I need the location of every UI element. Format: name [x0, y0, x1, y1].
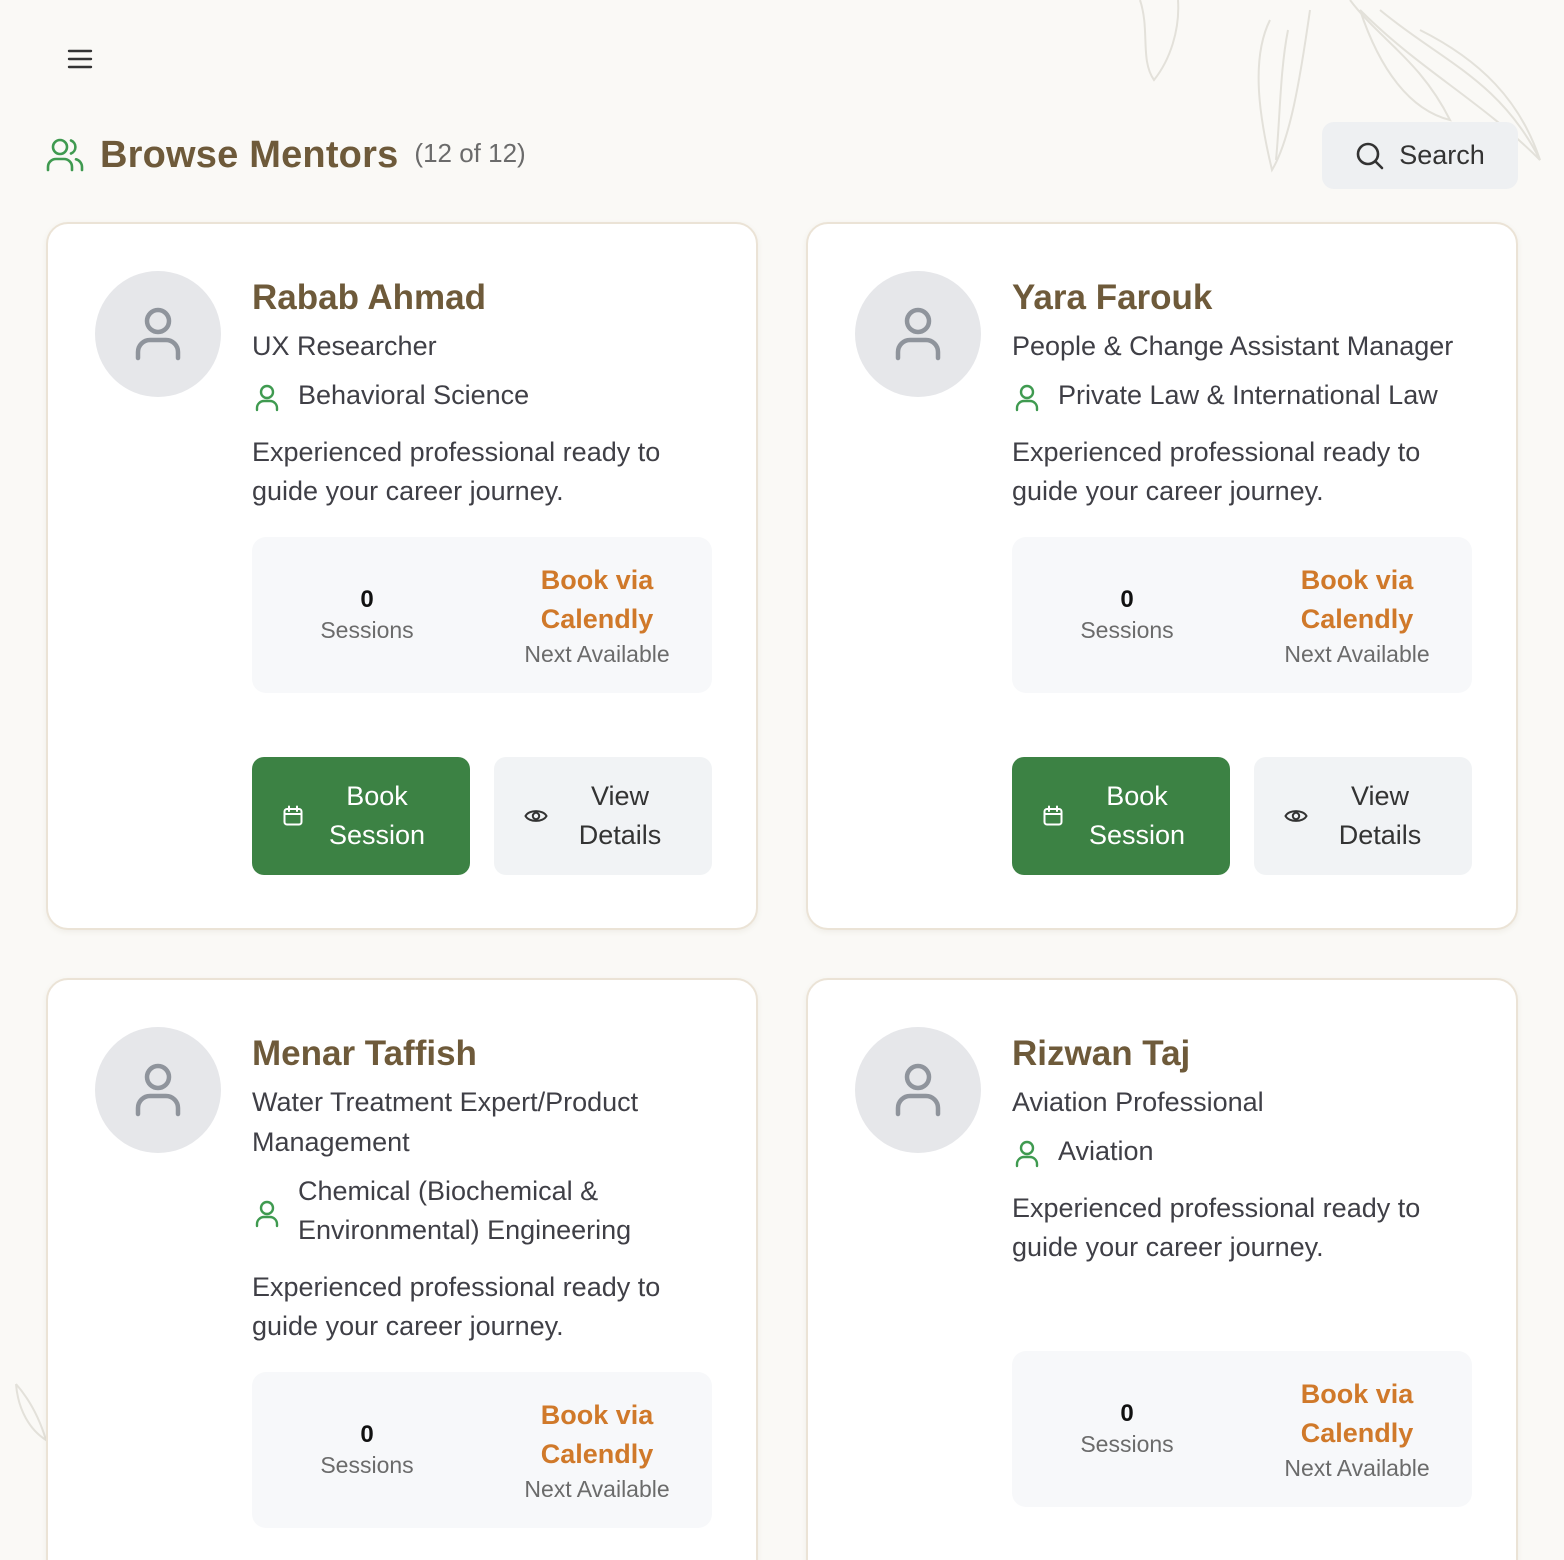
next-available-label: Next Available	[524, 641, 670, 667]
mentor-description: Experienced professional ready to guide …	[252, 1272, 661, 1341]
view-details-button[interactable]: View Details	[494, 757, 712, 875]
next-available-label: Next Available	[1284, 1455, 1430, 1481]
mentor-field-label: Private Law & International Law	[1058, 380, 1438, 410]
hamburger-menu-button[interactable]	[60, 40, 100, 78]
mentor-field: Chemical (Biochemical & Environmental) E…	[252, 1172, 712, 1250]
user-placeholder-icon	[895, 1063, 941, 1117]
avatar	[855, 271, 981, 397]
mentor-field: Aviation	[1012, 1132, 1472, 1171]
sessions-label: Sessions	[320, 1452, 414, 1478]
user-icon	[1015, 384, 1039, 412]
mentor-name: Rabab Ahmad	[252, 278, 487, 317]
eye-icon	[1284, 810, 1308, 822]
mentor-card: Rabab Ahmad UX Researcher Behavioral Sci…	[46, 222, 758, 930]
sessions-label: Sessions	[1080, 1431, 1174, 1457]
sessions-label: Sessions	[1080, 617, 1174, 643]
user-icon	[255, 1200, 279, 1228]
search-label: Search	[1399, 140, 1485, 170]
search-icon	[1356, 142, 1384, 169]
mentor-role: People & Change Assistant Manager	[1012, 331, 1454, 361]
mentor-stats: 0 Sessions Book via Calendly Next Availa…	[1012, 1351, 1472, 1507]
mentor-name: Rizwan Taj	[1012, 1034, 1191, 1073]
calendly-link[interactable]: Book via Calendly	[1242, 561, 1472, 639]
sessions-count: 0	[360, 1421, 374, 1448]
mentor-stats: 0 Sessions Book via Calendly Next Availa…	[252, 1372, 712, 1528]
view-details-button[interactable]: View Details	[1254, 757, 1472, 875]
user-placeholder-icon	[895, 307, 941, 361]
mentor-field-label: Chemical (Biochemical & Environmental) E…	[298, 1176, 632, 1245]
sessions-count: 0	[360, 586, 374, 613]
mentor-count: (12 of 12)	[414, 137, 526, 168]
mentor-role: Water Treatment Expert/Product Managemen…	[252, 1087, 639, 1157]
mentor-stats: 0 Sessions Book via Calendly Next Availa…	[1012, 537, 1472, 693]
mentor-role: UX Researcher	[252, 331, 437, 361]
calendly-link[interactable]: Book via Calendly	[482, 1396, 712, 1474]
user-icon	[1015, 1140, 1039, 1168]
search-button[interactable]: Search	[1322, 122, 1518, 189]
mentor-description: Experienced professional ready to guide …	[1012, 1193, 1421, 1262]
avatar	[855, 1027, 981, 1153]
users-icon	[46, 135, 86, 175]
next-available-label: Next Available	[524, 1476, 670, 1502]
eye-icon	[524, 810, 548, 822]
mentor-role: Aviation Professional	[1012, 1087, 1264, 1117]
mentor-field-label: Behavioral Science	[298, 380, 530, 410]
book-session-button[interactable]: Book Session	[252, 757, 470, 875]
avatar	[95, 271, 221, 397]
page-title: Browse Mentors	[100, 133, 399, 176]
view-details-label: View Details	[1338, 781, 1422, 850]
calendar-icon	[283, 805, 303, 826]
mentor-field: Private Law & International Law	[1012, 376, 1472, 415]
page-header: Browse Mentors (12 of 12) Search	[46, 120, 1518, 190]
mentor-description: Experienced professional ready to guide …	[252, 437, 661, 506]
leaf-decoration-bottom	[15, 1383, 48, 1443]
mentor-card: Rizwan Taj Aviation Professional Aviatio…	[806, 978, 1518, 1560]
book-session-button[interactable]: Book Session	[1012, 757, 1230, 875]
mentor-field: Behavioral Science	[252, 376, 712, 415]
view-details-label: View Details	[578, 781, 662, 850]
mentor-name: Menar Taffish	[252, 1034, 477, 1073]
sessions-count: 0	[1120, 1400, 1134, 1427]
mentor-description: Experienced professional ready to guide …	[1012, 437, 1421, 506]
mentor-card: Yara Farouk People & Change Assistant Ma…	[806, 222, 1518, 930]
user-placeholder-icon	[135, 307, 181, 361]
calendly-link[interactable]: Book via Calendly	[482, 561, 712, 639]
user-icon	[255, 384, 279, 412]
hamburger-menu-icon	[67, 49, 93, 69]
mentor-card: Menar Taffish Water Treatment Expert/Pro…	[46, 978, 758, 1560]
sessions-label: Sessions	[320, 617, 414, 643]
calendar-icon	[1043, 805, 1063, 826]
avatar	[95, 1027, 221, 1153]
next-available-label: Next Available	[1284, 641, 1430, 667]
calendly-link[interactable]: Book via Calendly	[1242, 1375, 1472, 1453]
book-session-label: Book Session	[1088, 781, 1186, 850]
book-session-label: Book Session	[328, 781, 426, 850]
user-placeholder-icon	[135, 1063, 181, 1117]
sessions-count: 0	[1120, 586, 1134, 613]
mentor-stats: 0 Sessions Book via Calendly Next Availa…	[252, 537, 712, 693]
mentor-name: Yara Farouk	[1012, 278, 1213, 317]
mentor-field-label: Aviation	[1058, 1136, 1154, 1166]
